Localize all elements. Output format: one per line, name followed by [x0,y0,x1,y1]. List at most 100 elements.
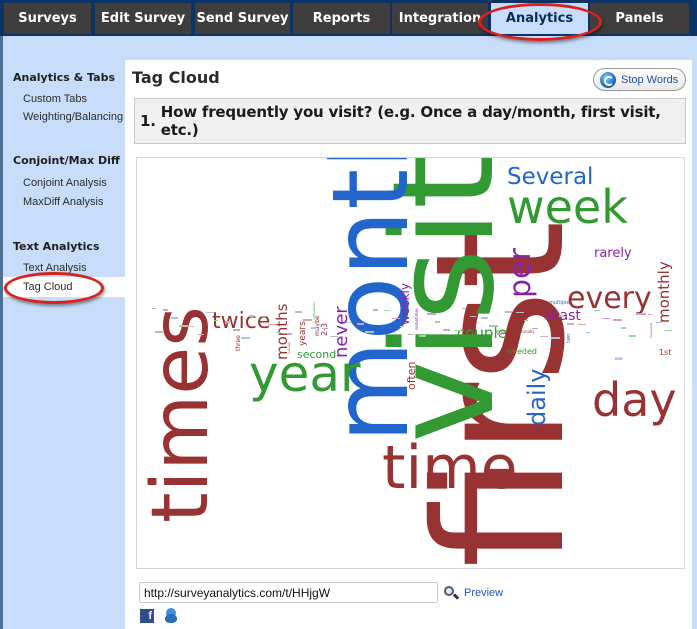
sidebar-item-text-analysis[interactable]: Text Analysis [23,262,87,274]
preview-link[interactable]: Preview [444,586,503,600]
tag-word-needed: needed [507,347,537,356]
tag-word-monthly: monthly [655,261,673,323]
tag-word-tiny [435,321,440,323]
tag-word-tiny [152,308,156,309]
tag-word-one: one [615,356,623,361]
stop-words-button[interactable]: Stop Words [593,68,686,91]
tag-word-average: average [287,342,291,354]
tag-word-tiny [303,319,312,321]
question-header: 1. How frequently you visit? (e.g. Once … [134,98,686,144]
tag-word-tiny [276,332,280,333]
sidebar-item-maxdiff-analysis[interactable]: MaxDiff Analysis [23,196,104,208]
stop-words-label: Stop Words [621,73,679,86]
tag-word-tiny [249,315,254,317]
facebook-icon[interactable]: f [140,609,154,623]
tag-word-tiny [163,309,168,311]
tag-word-tiny [454,330,462,331]
tag-word-tiny [567,323,574,325]
tag-word-tiny [322,328,328,329]
tag-word-rarely: rarely [594,246,632,261]
tab-send-survey[interactable]: Send Survey [195,3,290,34]
tag-word-time: time [382,433,518,503]
tag-word-tiny [295,311,302,313]
tag-word-1st: 1st [659,348,671,357]
tag-word-tiny [357,323,364,325]
tag-word-sometimes: sometimes [414,308,419,330]
tab-surveys[interactable]: Surveys [4,3,91,34]
share-url-input[interactable] [139,582,438,603]
tag-word-tiny [637,313,646,315]
tag-word-tiny [330,336,338,337]
tab-integration[interactable]: Integration [392,3,488,34]
tag-word-tiny [233,329,240,331]
tag-word-tiny [392,318,400,319]
tab-reports[interactable]: Reports [293,3,390,34]
tag-word-tiny [287,333,292,335]
tag-word-frequently: frequently [649,322,653,338]
tag-word-tiny [155,331,164,333]
tag-word-tiny [629,335,636,337]
tag-word-per: per [503,248,538,299]
tag-word-tiny [338,314,342,315]
tag-word-tiny [497,333,502,335]
tag-word-tiny [384,310,390,311]
tag-word-tiny [311,327,316,329]
tag-word-tiny [419,335,426,337]
tag-word-least: least [547,308,581,324]
tag-word-tiny [179,325,188,327]
tag-word-infrequently: infrequently [312,302,316,320]
tag-word-tiny [656,322,662,323]
tag-word-tiny [225,321,230,323]
tag-word-tiny [400,326,404,327]
tag-word-tiny [559,315,564,317]
tag-word-tiny [470,316,476,317]
tag-word-tiny [171,317,178,319]
tag-word-tiny [190,326,194,327]
main-panel: Tag Cloud Stop Words 1. How frequently y… [125,60,692,629]
tag-word-two: two [566,334,572,343]
tag-word-times: times [137,306,226,523]
sidebar-item-tag-cloud[interactable]: Tag Cloud [23,281,73,293]
tab-analytics[interactable]: Analytics [491,3,588,34]
sidebar-item-weighting-balancing[interactable]: Weighting/Balancing [23,111,123,123]
tag-word-weekly: weekly [398,283,412,325]
tag-word-tiny [621,327,626,329]
tag-word-tiny [268,324,276,325]
preview-label: Preview [464,587,504,599]
tag-word-tiny [481,317,488,319]
sidebar-heading-conjoint-maxdiff: Conjoint/Max Diff [13,154,120,167]
refresh-icon [600,71,616,88]
tag-word-tiny [648,314,652,315]
tag-word-tiny [586,332,590,333]
sidebar-item-conjoint-analysis[interactable]: Conjoint Analysis [23,177,107,189]
tag-word-tiny [524,320,528,321]
tag-word-tiny [516,312,524,313]
tag-word-occasionally: occasionally [510,329,535,334]
tag-word-tiny [532,328,538,329]
sidebar-item-custom-tabs[interactable]: Custom Tabs [23,93,87,105]
magnifier-icon [444,586,460,600]
tag-word-tiny [462,308,466,309]
tag-word-tiny [551,337,560,339]
tag-cloud-canvas: firstvisitmonthtimes timeweekyear dayevery… [137,158,677,568]
tag-word-tiny [602,318,610,319]
tag-word-tiny [540,336,548,337]
tag-word-2-3: 2-3 [320,323,329,336]
tag-word-tiny [206,312,214,313]
tag-word-multiple: multiple [549,300,569,306]
tag-word-second: second [297,348,336,361]
sidebar-heading-text-analytics: Text Analytics [13,240,100,253]
tag-word-tiny [505,311,512,313]
tab-panels[interactable]: Panels [590,3,689,34]
tab-edit-survey[interactable]: Edit Survey [95,3,191,34]
page-title: Tag Cloud [132,68,220,87]
tag-cloud: first visit month times time week year day every… [136,157,685,569]
tag-word-tiny [260,316,266,317]
tag-word-tiny [408,334,414,335]
tag-word-tiny [613,319,622,321]
tag-word-tiny [198,334,204,335]
twitter-icon[interactable] [165,608,177,624]
question-text: How frequently you visit? (e.g. Once a d… [160,103,661,139]
tag-word-often: often [405,362,418,390]
tag-word-tiny [214,320,218,321]
